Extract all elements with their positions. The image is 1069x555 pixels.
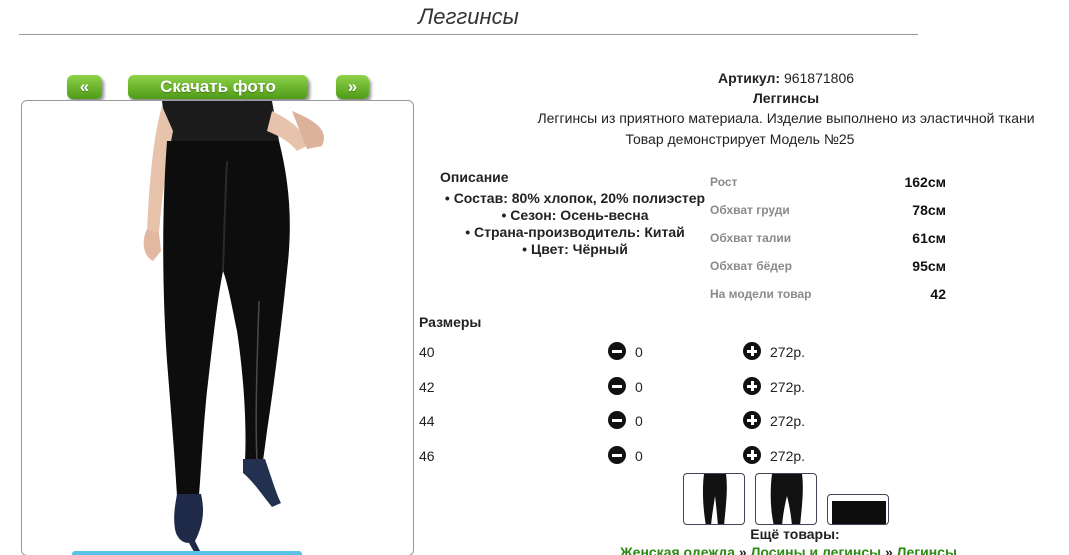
minus-circle-icon[interactable] xyxy=(608,377,626,395)
breadcrumb-separator: » xyxy=(884,544,893,555)
article-value: 961871806 xyxy=(783,70,855,86)
param-label: Обхват груди xyxy=(710,203,790,217)
product-photo[interactable] xyxy=(21,100,414,555)
param-label: Рост xyxy=(710,175,738,189)
page-title: Леггинсы xyxy=(418,4,519,29)
model-note: Товар демонстрирует Модель №25 xyxy=(625,131,855,147)
quantity-value: 0 xyxy=(635,448,643,464)
param-value: 42 xyxy=(930,286,946,302)
sizes-heading: Размеры xyxy=(419,314,482,330)
size-price: 272р. xyxy=(770,448,806,464)
size-price: 272р. xyxy=(770,344,806,360)
product-description: Леггинсы из приятного материала. Изделие… xyxy=(537,110,1035,126)
plus-circle-icon[interactable] xyxy=(743,446,761,464)
size-row: 40 0 272р. xyxy=(419,342,819,362)
param-value: 61см xyxy=(912,230,946,246)
quantity-value: 0 xyxy=(635,413,643,429)
param-hips: Обхват бёдер 95см xyxy=(710,258,946,277)
description-item: Состав: 80% хлопок, 20% полиэстер xyxy=(430,190,720,207)
size-label: 46 xyxy=(419,448,435,464)
thumbnail-image xyxy=(770,474,803,524)
breadcrumb-link-leggings-tights[interactable]: Лосины и легинсы xyxy=(751,544,882,555)
download-photo-button[interactable]: Скачать фото xyxy=(128,75,308,99)
size-label: 44 xyxy=(419,413,435,429)
param-model-size: На модели товар 42 xyxy=(710,286,946,305)
article-label: Артикул: xyxy=(717,70,781,86)
quantity-value: 0 xyxy=(635,344,643,360)
description-item: Страна-производитель: Китай xyxy=(430,224,720,241)
size-label: 40 xyxy=(419,344,435,360)
param-value: 162см xyxy=(904,174,946,190)
prev-photo-button[interactable]: « xyxy=(67,75,102,99)
breadcrumb-separator: » xyxy=(738,544,747,555)
minus-circle-icon[interactable] xyxy=(608,342,626,360)
param-value: 78см xyxy=(912,202,946,218)
minus-circle-icon[interactable] xyxy=(608,411,626,429)
param-value: 95см xyxy=(912,258,946,274)
param-label: Обхват бёдер xyxy=(710,259,792,273)
size-row: 42 0 272р. xyxy=(419,377,819,397)
description-item: Цвет: Чёрный xyxy=(430,241,720,258)
thumbnail-1[interactable] xyxy=(683,473,745,525)
size-row: 46 0 272р. xyxy=(419,446,819,466)
title-divider xyxy=(19,34,918,35)
description-list: Состав: 80% хлопок, 20% полиэстер Сезон:… xyxy=(430,190,720,258)
size-price: 272р. xyxy=(770,413,806,429)
param-label: На модели товар xyxy=(710,287,812,301)
param-chest: Обхват груди 78см xyxy=(710,202,946,221)
size-label: 42 xyxy=(419,379,435,395)
thumbnail-image xyxy=(702,474,727,524)
plus-circle-icon[interactable] xyxy=(743,377,761,395)
product-name: Леггинсы xyxy=(752,90,820,106)
breadcrumb-link-womens-clothing[interactable]: Женская одежда xyxy=(620,544,735,555)
quantity-value: 0 xyxy=(635,379,643,395)
model-photo-image xyxy=(67,101,372,555)
more-products-heading: Ещё товары: xyxy=(750,526,840,542)
photo-bottom-bar xyxy=(72,551,302,555)
description-heading: Описание xyxy=(440,169,509,185)
breadcrumb-link-leggings[interactable]: Легинсы xyxy=(897,544,957,555)
plus-circle-icon[interactable] xyxy=(743,342,761,360)
article-line: Артикул: 961871806 xyxy=(600,70,972,86)
thumbnail-3[interactable] xyxy=(827,494,889,525)
size-row: 44 0 272р. xyxy=(419,411,819,431)
plus-circle-icon[interactable] xyxy=(743,411,761,429)
description-item: Сезон: Осень-весна xyxy=(430,207,720,224)
size-price: 272р. xyxy=(770,379,806,395)
thumbnail-image xyxy=(832,501,886,524)
param-waist: Обхват талии 61см xyxy=(710,230,946,249)
next-photo-button[interactable]: » xyxy=(336,75,369,99)
breadcrumb: Женская одежда » Лосины и легинсы » Леги… xyxy=(620,544,957,555)
thumbnail-2[interactable] xyxy=(755,473,817,525)
param-height: Рост 162см xyxy=(710,174,946,193)
param-label: Обхват талии xyxy=(710,231,792,245)
minus-circle-icon[interactable] xyxy=(608,446,626,464)
